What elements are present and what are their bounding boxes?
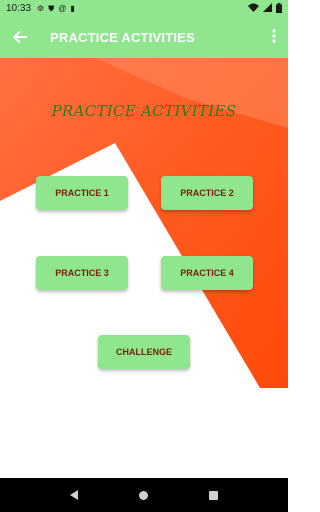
shield-icon: ⛊: [48, 3, 55, 13]
battery-icon: [276, 2, 282, 15]
wifi-icon: [248, 3, 259, 14]
overflow-menu-button[interactable]: [260, 17, 288, 58]
sim-icon: ▮: [70, 3, 75, 13]
page-heading: PRACTICE ACTIVITIES: [51, 102, 237, 120]
practice-2-button[interactable]: PRACTICE 2: [161, 176, 253, 210]
square-recent-icon[interactable]: [208, 490, 218, 500]
triangle-back-icon[interactable]: [70, 490, 79, 500]
signal-icon: [263, 3, 272, 14]
main-content: PRACTICE ACTIVITIES PRACTICE 1 PRACTICE …: [0, 58, 288, 478]
more-vertical-icon: [272, 29, 276, 46]
status-time: 10:33: [6, 3, 32, 14]
app-bar: PRACTICE ACTIVITIES: [0, 17, 288, 58]
practice-4-button[interactable]: PRACTICE 4: [161, 256, 253, 290]
arrow-left-icon: [13, 27, 27, 48]
practice-3-button[interactable]: PRACTICE 3: [36, 256, 128, 290]
back-button[interactable]: [0, 17, 40, 58]
at-icon: @: [58, 3, 67, 13]
app-bar-title: PRACTICE ACTIVITIES: [50, 30, 195, 45]
system-nav-bar: [0, 478, 288, 512]
status-bar: 10:33 ⚙ ⛊ @ ▮: [0, 0, 288, 17]
practice-1-button[interactable]: PRACTICE 1: [36, 176, 128, 210]
settings-icon: ⚙: [37, 3, 45, 13]
challenge-button[interactable]: CHALLENGE: [98, 335, 190, 369]
circle-home-icon[interactable]: [138, 490, 148, 500]
